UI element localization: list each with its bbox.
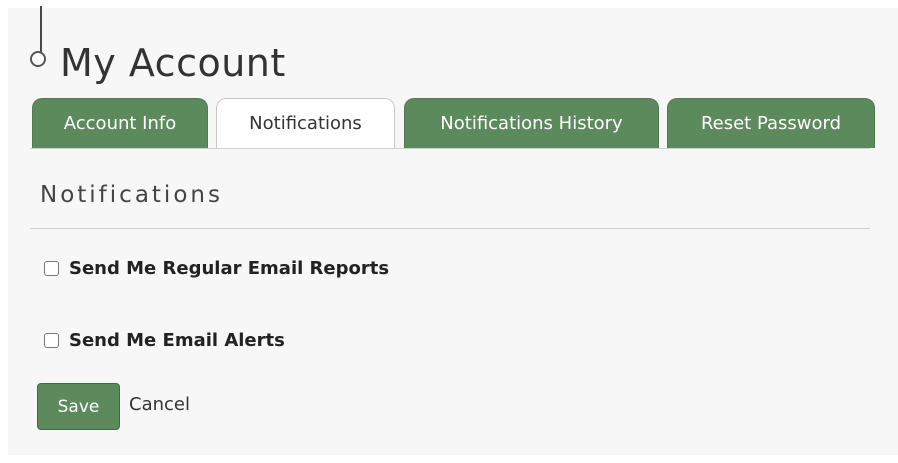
email-alerts-option[interactable]: Send Me Email Alerts [44,330,285,351]
tab-notifications[interactable]: Notifications [216,98,395,149]
timeline-line [40,6,42,52]
regular-email-reports-checkbox[interactable] [44,261,59,276]
tabs-divider [30,148,870,149]
email-alerts-label: Send Me Email Alerts [69,330,285,351]
email-alerts-checkbox[interactable] [44,333,59,348]
regular-email-reports-option[interactable]: Send Me Regular Email Reports [44,258,389,279]
save-button[interactable]: Save [37,383,120,430]
section-divider [30,228,870,229]
page-title: My Account [60,41,286,85]
timeline-dot-icon [30,51,46,67]
section-title: Notifications [40,182,223,208]
cancel-link[interactable]: Cancel [129,394,190,415]
tab-reset-password[interactable]: Reset Password [667,98,875,148]
regular-email-reports-label: Send Me Regular Email Reports [69,258,390,279]
tab-account-info[interactable]: Account Info [32,98,208,148]
tab-notifications-history[interactable]: Notifications History [404,98,659,148]
